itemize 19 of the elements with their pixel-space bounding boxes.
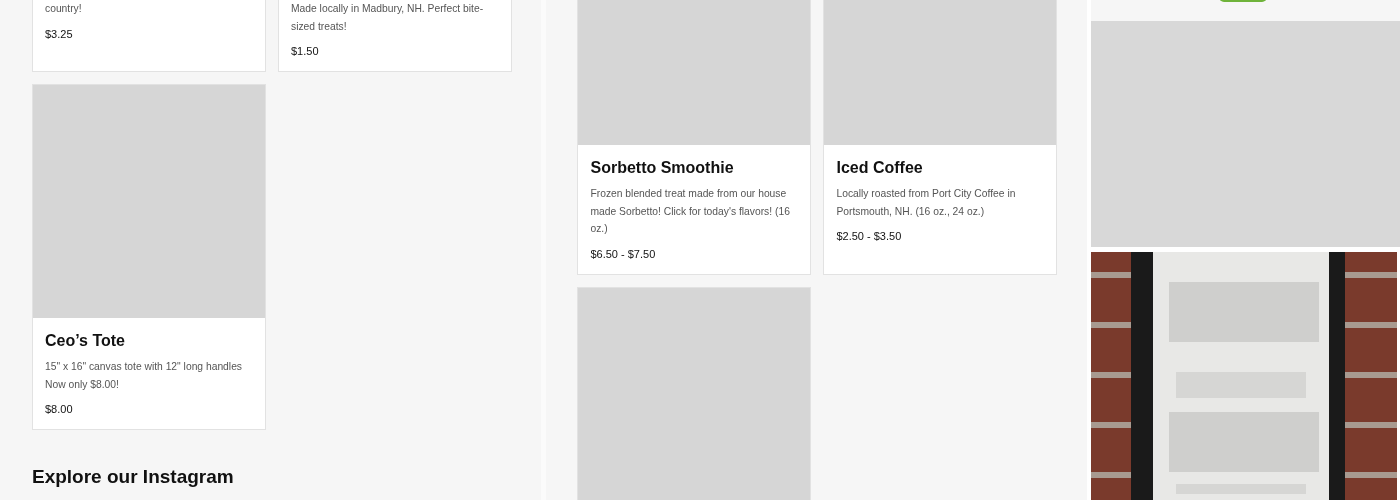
product-price: $6.50 - $7.50	[590, 246, 657, 262]
product-card[interactable]: Sorbetto Smoothie Frozen blended treat made from our house made Sorbetto! Click for today's flavors! (16 oz.) $6.50 - $7.50	[577, 0, 812, 275]
section-heading: Explore our Instagram	[32, 466, 235, 488]
product-price: $8.00	[45, 402, 74, 417]
product-card[interactable]: Made locally in Madbury, NH. Perfect bite-sized treats! $1.50	[278, 0, 512, 72]
product-description: Frozen blended treat made from our house made Sorbetto! Click for today's flavors! (16 oz.)	[590, 187, 791, 236]
product-card[interactable]: Iced Coffee Locally roasted from Port City Coffee in Portsmouth, NH. (16 oz., 24 oz.) $2.50 - $3.50	[823, 0, 1058, 275]
product-title: Iced Coffee	[836, 158, 924, 178]
product-description: 15" x 16" canvas tote with 12" long handles Now only $8.00!	[45, 360, 243, 392]
product-description: Made locally in Madbury, NH. Perfect bite-sized treats!	[291, 2, 485, 34]
product-card[interactable]: country! $3.25	[32, 0, 266, 72]
product-card[interactable]: Ceo’s Tote 15" x 16" canvas tote with 12" long handles Now only $8.00! $8.00	[32, 84, 266, 430]
product-description: Locally roasted from Port City Coffee in Portsmouth, NH. (16 oz., 24 oz.)	[836, 187, 1017, 219]
product-price: $3.25	[45, 26, 74, 42]
product-title: Ceo’s Tote	[45, 331, 126, 351]
product-price: $2.50 - $3.50	[836, 229, 903, 244]
product-title: Sorbetto Smoothie	[590, 158, 735, 178]
product-description: country!	[45, 2, 83, 16]
product-price: $1.50	[291, 44, 320, 59]
